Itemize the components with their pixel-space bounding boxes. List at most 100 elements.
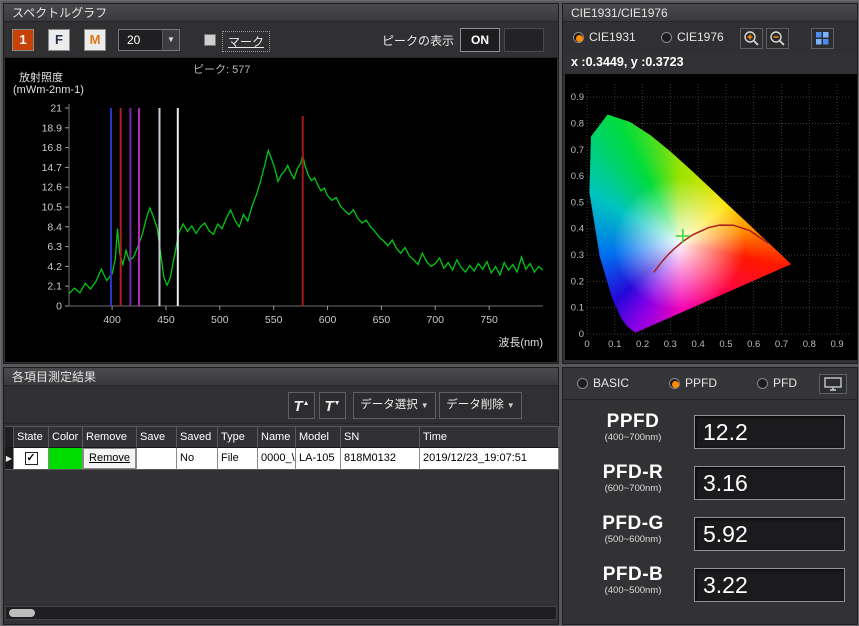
column-header-time[interactable]: Time (420, 426, 559, 448)
radio-cie1976[interactable]: CIE1976 (661, 30, 724, 44)
planckian-locus (654, 225, 769, 272)
zoom-out-icon (767, 29, 788, 48)
column-header-color[interactable]: Color (49, 426, 83, 448)
column-header-saved[interactable]: Saved (177, 426, 218, 448)
data-select-button[interactable]: データ選択▼ (353, 392, 436, 419)
y-tick-label: 16.8 (42, 142, 63, 154)
metric-name: PFD-R (573, 462, 693, 484)
radio-label: CIE1931 (589, 30, 636, 44)
metric-range: (400~700nm) (573, 432, 693, 443)
state-cell[interactable]: ✓ (14, 448, 49, 470)
mark-checkbox[interactable] (204, 34, 216, 46)
name-cell: 0000_\ (258, 448, 296, 470)
metric-value-box: 3.22 (694, 568, 845, 602)
cie-chart: 000.10.10.20.20.30.30.40.40.50.50.60.60.… (565, 74, 857, 360)
radio-ppfd[interactable]: PPFD (669, 376, 717, 390)
metric-value-box: 12.2 (694, 415, 845, 449)
y-axis-title-line1: 放射照度 (19, 69, 63, 85)
data-delete-button[interactable]: データ削除▼ (439, 392, 522, 419)
y-tick-label: 14.7 (42, 162, 63, 174)
display-icon (820, 375, 846, 393)
fit-view-button[interactable] (811, 28, 834, 49)
row-selector[interactable]: ▶ (5, 448, 14, 470)
cie-panel: CIE1931/CIE1976 CIE1931 CIE1976 (562, 3, 858, 364)
view-f-button[interactable]: F (48, 29, 70, 51)
data-delete-label: データ削除 (446, 399, 504, 411)
x-tick-label: 550 (265, 314, 283, 326)
metric-row-ppfd: PPFD(400~700nm)12.2 (563, 408, 857, 459)
fit-grid-icon (812, 29, 833, 48)
column-header-type[interactable]: Type (218, 426, 258, 448)
column-header-save[interactable]: Save (137, 426, 177, 448)
remove-button[interactable]: Remove (83, 448, 137, 470)
time-cell: 2019/12/23_19:07:51 (420, 448, 559, 470)
scrollbar-thumb[interactable] (9, 609, 35, 617)
metric-range: (400~500nm) (573, 585, 693, 596)
mark-label[interactable]: マーク (222, 31, 270, 52)
x-tick-label: 650 (373, 314, 391, 326)
metric-value-box: 3.16 (694, 466, 845, 500)
radio-cie1931[interactable]: CIE1931 (573, 30, 636, 44)
app-window: スペクトルグラフ 1 F M 20 ▼ マーク ピークの表示 ON 2118.9… (0, 0, 859, 626)
row-selector-header (5, 426, 14, 448)
y-tick-label: 21 (50, 103, 62, 115)
font-increase-button[interactable]: T▲ (288, 392, 315, 419)
horizontal-scrollbar[interactable] (5, 606, 557, 620)
radio-icon (757, 378, 768, 389)
sn-cell: 818M0132 (341, 448, 420, 470)
metric-row-pfd-g: PFD-G(500~600nm)5.92 (563, 510, 857, 561)
column-header-model[interactable]: Model (296, 426, 341, 448)
column-header-sn[interactable]: SN (341, 426, 420, 448)
peak-display-on-button[interactable]: ON (460, 28, 500, 52)
results-panel-title: 各項目測定結果 (4, 368, 558, 386)
column-header-name[interactable]: Name (258, 426, 296, 448)
y-tick-label: 6.3 (47, 241, 62, 253)
radio-label: PFD (773, 376, 797, 390)
average-count-value: 20 (127, 33, 140, 47)
check-icon: ✓ (26, 453, 35, 464)
metric-row-pfd-b: PFD-B(400~500nm)3.22 (563, 561, 857, 612)
metric-row-pfd-r: PFD-R(600~700nm)3.16 (563, 459, 857, 510)
chevron-down-icon: ▼ (421, 401, 429, 410)
radio-icon (669, 378, 680, 389)
x-tick-label: 600 (319, 314, 337, 326)
table-row: ▶ ✓ Remove No File 0000_\ LA-105 818M013… (5, 448, 559, 470)
x-tick-label: 700 (427, 314, 445, 326)
save-cell[interactable] (137, 448, 177, 470)
peak-display-off-button[interactable] (504, 28, 544, 52)
color-swatch-cell[interactable] (49, 448, 83, 470)
zoom-in-button[interactable] (740, 28, 763, 49)
font-decrease-button[interactable]: T▼ (319, 392, 346, 419)
view-1-button[interactable]: 1 (12, 29, 34, 51)
metric-range: (600~700nm) (573, 483, 693, 494)
view-m-button[interactable]: M (84, 29, 106, 51)
chromaticity-coords: x :0.3449, y :0.3723 (571, 55, 684, 69)
cie-panel-title: CIE1931/CIE1976 (563, 4, 857, 22)
type-cell: File (218, 448, 258, 470)
y-tick-label: 2.1 (47, 281, 62, 293)
metric-label-block: PFD-G(500~600nm) (573, 513, 693, 545)
x-tick-label: 450 (157, 314, 175, 326)
radio-icon (573, 32, 584, 43)
spectrum-toolbar: 1 F M 20 ▼ マーク ピークの表示 ON (4, 22, 558, 58)
cie-overlay (565, 74, 857, 360)
spectrum-panel: スペクトルグラフ 1 F M 20 ▼ マーク ピークの表示 ON 2118.9… (3, 3, 559, 364)
model-cell: LA-105 (296, 448, 341, 470)
font-increase-label: T (293, 398, 302, 415)
display-capture-button[interactable] (819, 374, 847, 394)
peak-display-label: ピークの表示 (382, 32, 454, 49)
radio-pfd[interactable]: PFD (757, 376, 797, 390)
x-tick-label: 750 (480, 314, 498, 326)
ppfd-mode-toolbar: BASIC PPFD PFD (563, 368, 857, 400)
spectrum-line (69, 150, 543, 293)
metrics-list: PPFD(400~700nm)12.2PFD-R(600~700nm)3.16P… (563, 408, 857, 612)
radio-basic[interactable]: BASIC (577, 376, 629, 390)
ppfd-panel: BASICPPFDPFD PPFD(400~700nm)12.2PFD-R(60… (562, 367, 858, 625)
chevron-down-icon: ▼ (507, 401, 515, 410)
column-header-remove[interactable]: Remove (83, 426, 137, 448)
average-count-select[interactable]: 20 ▼ (118, 29, 180, 51)
zoom-out-button[interactable] (766, 28, 789, 49)
column-header-state[interactable]: State (14, 426, 49, 448)
state-checkbox[interactable]: ✓ (25, 452, 38, 465)
metric-name: PFD-G (573, 513, 693, 535)
